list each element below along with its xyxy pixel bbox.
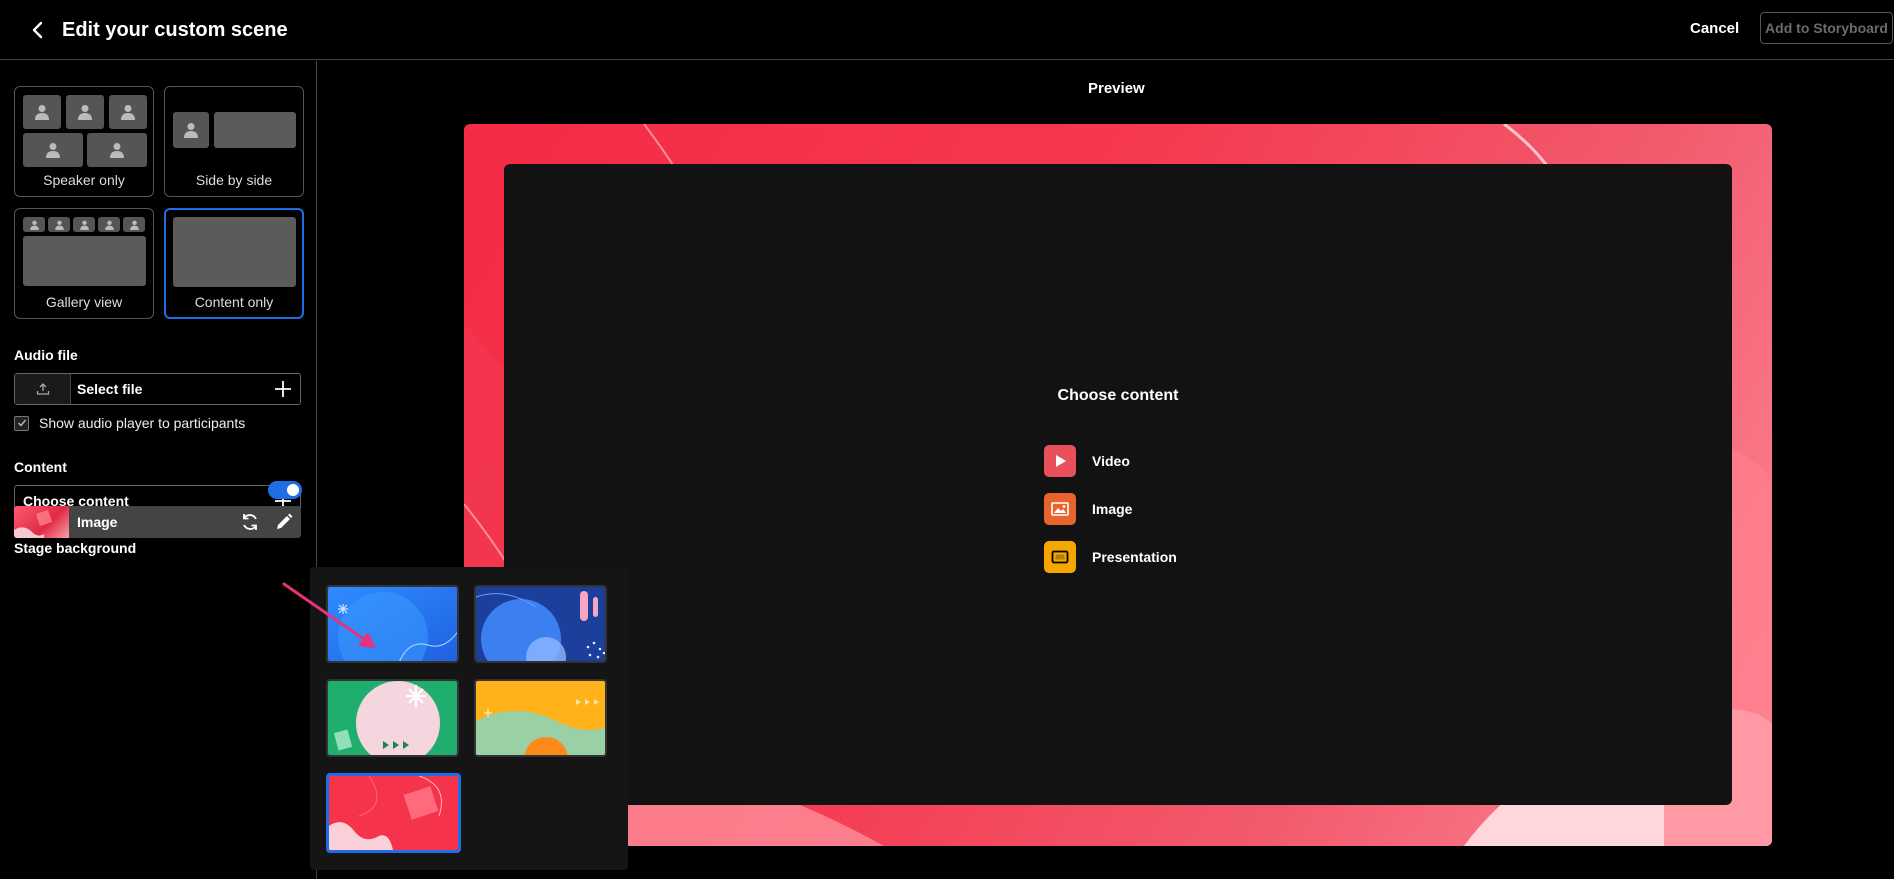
layout-side-by-side[interactable]: Side by side <box>164 86 304 197</box>
content-section-label: Content <box>14 459 67 475</box>
person-icon <box>110 143 124 158</box>
layout-speaker-only[interactable]: Speaker only <box>14 86 154 197</box>
person-tile <box>66 95 104 129</box>
stage-background-toggle[interactable] <box>268 481 302 499</box>
pencil-icon[interactable] <box>274 512 294 532</box>
person-icon <box>184 123 198 138</box>
preview-label: Preview <box>1088 80 1145 97</box>
show-audio-player-label: Show audio player to participants <box>39 415 246 431</box>
plus-icon <box>275 381 291 397</box>
select-file-label: Select file <box>77 381 143 397</box>
check-icon <box>17 419 26 427</box>
background-type-label: Image <box>77 514 118 530</box>
content-option-presentation[interactable]: Presentation <box>1044 541 1177 573</box>
select-audio-file[interactable]: Select file <box>14 373 301 405</box>
page-title: Edit your custom scene <box>62 19 288 41</box>
chevron-left-icon <box>32 21 43 39</box>
red-background <box>329 776 458 850</box>
background-thumbnail <box>14 506 69 538</box>
presentation-icon <box>1044 541 1076 573</box>
person-icon <box>129 220 139 230</box>
person-icon <box>104 220 114 230</box>
audio-section-label: Audio file <box>14 347 78 363</box>
person-icon <box>29 220 39 230</box>
green-background <box>328 681 457 755</box>
background-thumb-green[interactable] <box>326 679 459 757</box>
content-option-label: Image <box>1092 501 1133 517</box>
person-tile <box>23 95 61 129</box>
content-option-label: Presentation <box>1092 549 1177 565</box>
person-icon <box>35 105 49 120</box>
choose-content-title: Choose content <box>1057 387 1179 404</box>
layout-gallery-view[interactable]: Gallery view <box>14 208 154 319</box>
upload-icon <box>36 383 49 395</box>
person-tile <box>87 133 147 167</box>
stage-background-label: Stage background <box>14 540 137 556</box>
toggle-knob <box>287 484 299 496</box>
stage-preview: Choose content Video Image Presentation <box>464 124 1772 846</box>
content-tile <box>214 112 296 148</box>
content-option-image[interactable]: Image <box>1044 493 1132 525</box>
background-thumb-blue-dark[interactable] <box>474 585 607 663</box>
image-icon <box>1044 493 1076 525</box>
person-tile <box>23 133 83 167</box>
content-area: Choose content Video Image Presentation <box>504 164 1732 805</box>
show-audio-player-row[interactable]: Show audio player to participants <box>14 413 245 433</box>
content-option-video[interactable]: Video <box>1044 445 1130 477</box>
show-audio-player-checkbox[interactable] <box>14 415 29 431</box>
content-tile <box>23 236 146 286</box>
back-button[interactable] <box>24 16 52 44</box>
background-pattern <box>14 510 52 538</box>
play-icon <box>1044 445 1076 477</box>
person-tile <box>109 95 147 129</box>
top-bar: Edit your custom scene Cancel Add to Sto… <box>0 0 1894 60</box>
layout-label: Content only <box>194 294 274 310</box>
person-tile <box>173 112 209 148</box>
person-icon <box>54 220 64 230</box>
sidebar: Speaker only Side by side Gallery view C… <box>0 61 317 879</box>
cancel-button[interactable]: Cancel <box>1690 15 1739 43</box>
layout-label: Speaker only <box>43 172 125 188</box>
content-option-label: Video <box>1092 453 1130 469</box>
content-tile <box>173 217 296 287</box>
annotation-arrow <box>282 582 376 648</box>
background-thumb-red[interactable] <box>326 773 461 853</box>
person-tile <box>123 217 145 232</box>
stage-background-row[interactable]: Image <box>14 506 301 538</box>
person-tile <box>23 217 45 232</box>
layout-content-only[interactable]: Content only <box>164 208 304 319</box>
person-tile <box>48 217 70 232</box>
person-icon <box>46 143 60 158</box>
background-thumb-yellow[interactable] <box>474 679 607 757</box>
person-icon <box>78 105 92 120</box>
add-to-storyboard-button[interactable]: Add to Storyboard <box>1760 12 1893 44</box>
yellow-background <box>476 681 605 755</box>
person-tile <box>73 217 95 232</box>
layout-label: Gallery view <box>45 294 123 310</box>
person-icon <box>121 105 135 120</box>
refresh-icon[interactable] <box>240 512 260 532</box>
person-tile <box>98 217 120 232</box>
blue-dark-background <box>476 587 605 661</box>
person-icon <box>79 220 89 230</box>
upload-box <box>15 374 71 404</box>
layout-label: Side by side <box>195 172 273 188</box>
